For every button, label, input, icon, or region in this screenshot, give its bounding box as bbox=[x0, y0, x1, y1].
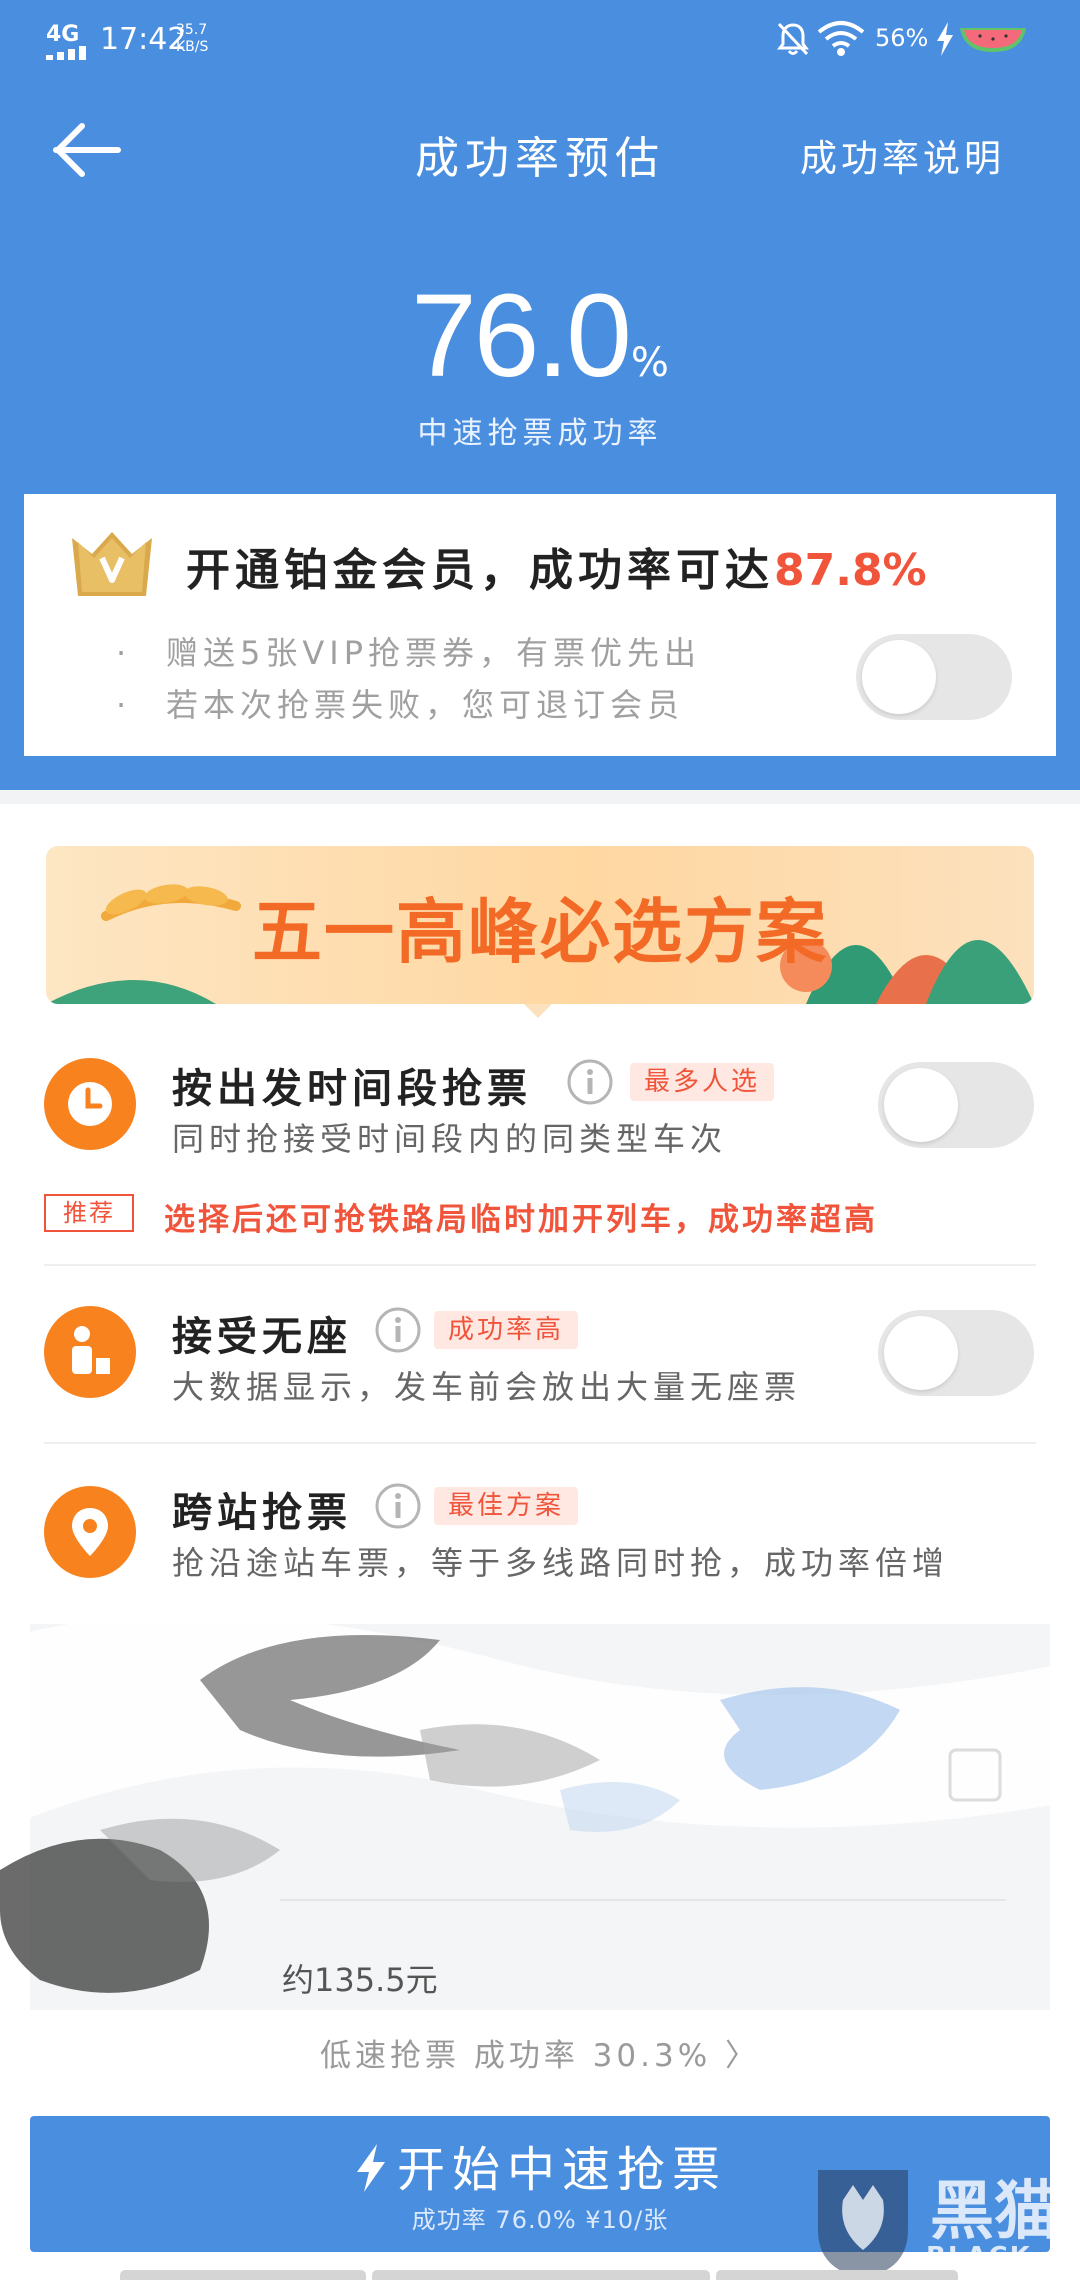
battery-level: 56% bbox=[875, 24, 929, 52]
recommend-tag: 推荐 bbox=[44, 1194, 134, 1232]
vip-toggle[interactable] bbox=[856, 634, 1012, 720]
bullet-dot: · bbox=[116, 686, 132, 724]
promo-banner[interactable]: 五一高峰必选方案 bbox=[46, 846, 1034, 1004]
low-speed-option-link[interactable]: 低速抢票 成功率 30.3% 〉 bbox=[0, 2030, 1080, 2075]
toggle-knob bbox=[884, 1068, 958, 1142]
status-time: 17:42 bbox=[100, 22, 187, 57]
lightning-icon bbox=[356, 2144, 385, 2192]
black-cat-logo-icon bbox=[818, 2170, 908, 2278]
watermark-cn: 黑猫 bbox=[930, 2175, 1058, 2249]
divider bbox=[44, 1264, 1036, 1266]
page-title: 成功率预估 bbox=[415, 133, 665, 184]
bottom-tab-indicator bbox=[716, 2270, 958, 2280]
clock-icon bbox=[44, 1058, 136, 1150]
standing-person-icon bbox=[44, 1306, 136, 1398]
success-rate-label: 中速抢票成功率 bbox=[417, 416, 663, 451]
vip-title-text: 开通铂金会员，成功率可达 bbox=[186, 545, 774, 596]
vip-benefit-text: 赠送5张VIP抢票券，有票优先出 bbox=[166, 634, 701, 672]
battery-icon bbox=[960, 28, 1026, 52]
banner-pointer bbox=[524, 1004, 552, 1018]
bottom-tab-indicator bbox=[372, 2270, 710, 2280]
speed-value: 35.7 bbox=[176, 22, 208, 38]
success-rate-unit: % bbox=[630, 340, 669, 386]
option-title: 接受无座 bbox=[172, 1314, 352, 1360]
option-tag: 最佳方案 bbox=[434, 1487, 579, 1525]
info-icon[interactable] bbox=[374, 1306, 422, 1354]
success-rate-value: 76.0 bbox=[411, 270, 632, 402]
toggle-knob bbox=[884, 1316, 958, 1390]
wifi-icon bbox=[817, 21, 865, 56]
time-range-toggle[interactable] bbox=[878, 1062, 1034, 1148]
option-title: 按出发时间段抢票 bbox=[172, 1066, 532, 1112]
info-icon[interactable] bbox=[566, 1058, 614, 1106]
black-cat-watermark: 黑猫 BLACK CAT bbox=[808, 2160, 1080, 2280]
network-speed: 35.7 KB/S bbox=[176, 22, 208, 56]
redaction-scribble bbox=[0, 1614, 1080, 2010]
option-description: 抢沿途站车票，等于多线路同时抢，成功率倍增 bbox=[172, 1544, 950, 1582]
option-tag: 最多人选 bbox=[630, 1063, 775, 1101]
status-bar: 4G 17:42 35.7 KB/S 56% bbox=[0, 0, 1080, 80]
charging-icon bbox=[937, 22, 953, 56]
vip-benefit: · 若本次抢票失败，您可退订会员 bbox=[116, 680, 684, 726]
vip-upgrade-card: 开通铂金会员，成功率可达87.8% · 赠送5张VIP抢票券，有票优先出 · 若本次… bbox=[24, 494, 1056, 756]
bottom-tab-indicator bbox=[120, 2270, 366, 2280]
vip-rate-highlight: 87.8% bbox=[774, 545, 927, 596]
success-rate-help-link[interactable]: 成功率说明 bbox=[800, 128, 1005, 182]
info-icon[interactable] bbox=[374, 1482, 422, 1530]
speed-unit: KB/S bbox=[176, 39, 209, 55]
location-pin-icon bbox=[44, 1486, 136, 1578]
option-description: 同时抢接受时间段内的同类型车次 bbox=[172, 1120, 728, 1158]
option-title: 跨站抢票 bbox=[172, 1490, 352, 1536]
success-rate-display: 76.0% bbox=[0, 268, 1080, 404]
back-arrow-icon[interactable] bbox=[52, 120, 124, 180]
crown-icon bbox=[72, 532, 152, 596]
option-description: 大数据显示，发车前会放出大量无座票 bbox=[172, 1368, 802, 1406]
network-type: 4G bbox=[46, 22, 80, 47]
vip-benefit-text: 若本次抢票失败，您可退订会员 bbox=[166, 686, 685, 724]
divider bbox=[44, 1442, 1036, 1444]
signal-icon bbox=[46, 46, 88, 60]
banner-text: 五一高峰必选方案 bbox=[252, 891, 828, 973]
start-button-label: 开始中速抢票 bbox=[396, 2142, 727, 2198]
recommend-text: 选择后还可抢铁路局临时加开列车，成功率超高 bbox=[164, 1202, 878, 1238]
option-tag: 成功率高 bbox=[434, 1311, 579, 1349]
price-estimate: 约135.5元 bbox=[282, 1961, 438, 1999]
bullet-dot: · bbox=[116, 634, 132, 672]
vip-title: 开通铂金会员，成功率可达87.8% bbox=[186, 534, 927, 598]
vip-benefit: · 赠送5张VIP抢票券，有票优先出 bbox=[116, 628, 701, 674]
mute-bell-icon bbox=[777, 22, 809, 56]
toggle-knob bbox=[862, 640, 936, 714]
no-seat-toggle[interactable] bbox=[878, 1310, 1034, 1396]
